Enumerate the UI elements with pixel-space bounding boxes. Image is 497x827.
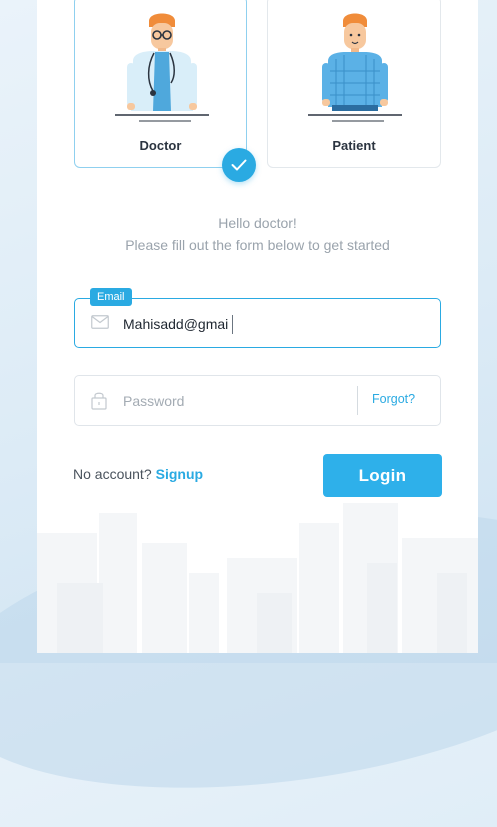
no-account-label: No account? [73,466,152,482]
selected-check-icon [222,148,256,182]
greeting-text: Hello doctor! Please fill out the form b… [37,212,478,256]
city-skyline-illustration [37,503,478,653]
email-input-value[interactable]: Mahisadd@gmai [123,315,234,334]
signup-link[interactable]: Signup [156,466,203,482]
password-field[interactable]: Password Forgot? [74,375,441,426]
greeting-line-1: Hello doctor! [218,215,297,231]
email-field-label: Email [90,288,132,306]
password-input-placeholder[interactable]: Password [123,393,184,409]
role-label-patient: Patient [332,138,376,153]
forgot-password-link[interactable]: Forgot? [372,392,415,406]
patient-avatar-illustration [308,13,402,122]
doctor-avatar-illustration [115,13,209,122]
email-field[interactable]: Email Mahisadd@gmai [74,288,441,348]
forgot-divider [357,386,358,415]
signup-card: Doctor Patient Hello doctor! Please fill… [37,0,478,653]
no-account-text: No account? Signup [73,466,203,482]
role-card-doctor[interactable]: Doctor [74,0,247,168]
envelope-icon [91,315,109,329]
lock-icon [91,392,107,410]
greeting-line-2: Please fill out the form below to get st… [125,237,390,253]
login-button[interactable]: Login [323,454,442,497]
role-card-patient[interactable]: Patient [267,0,441,168]
role-label-doctor: Doctor [139,138,182,153]
